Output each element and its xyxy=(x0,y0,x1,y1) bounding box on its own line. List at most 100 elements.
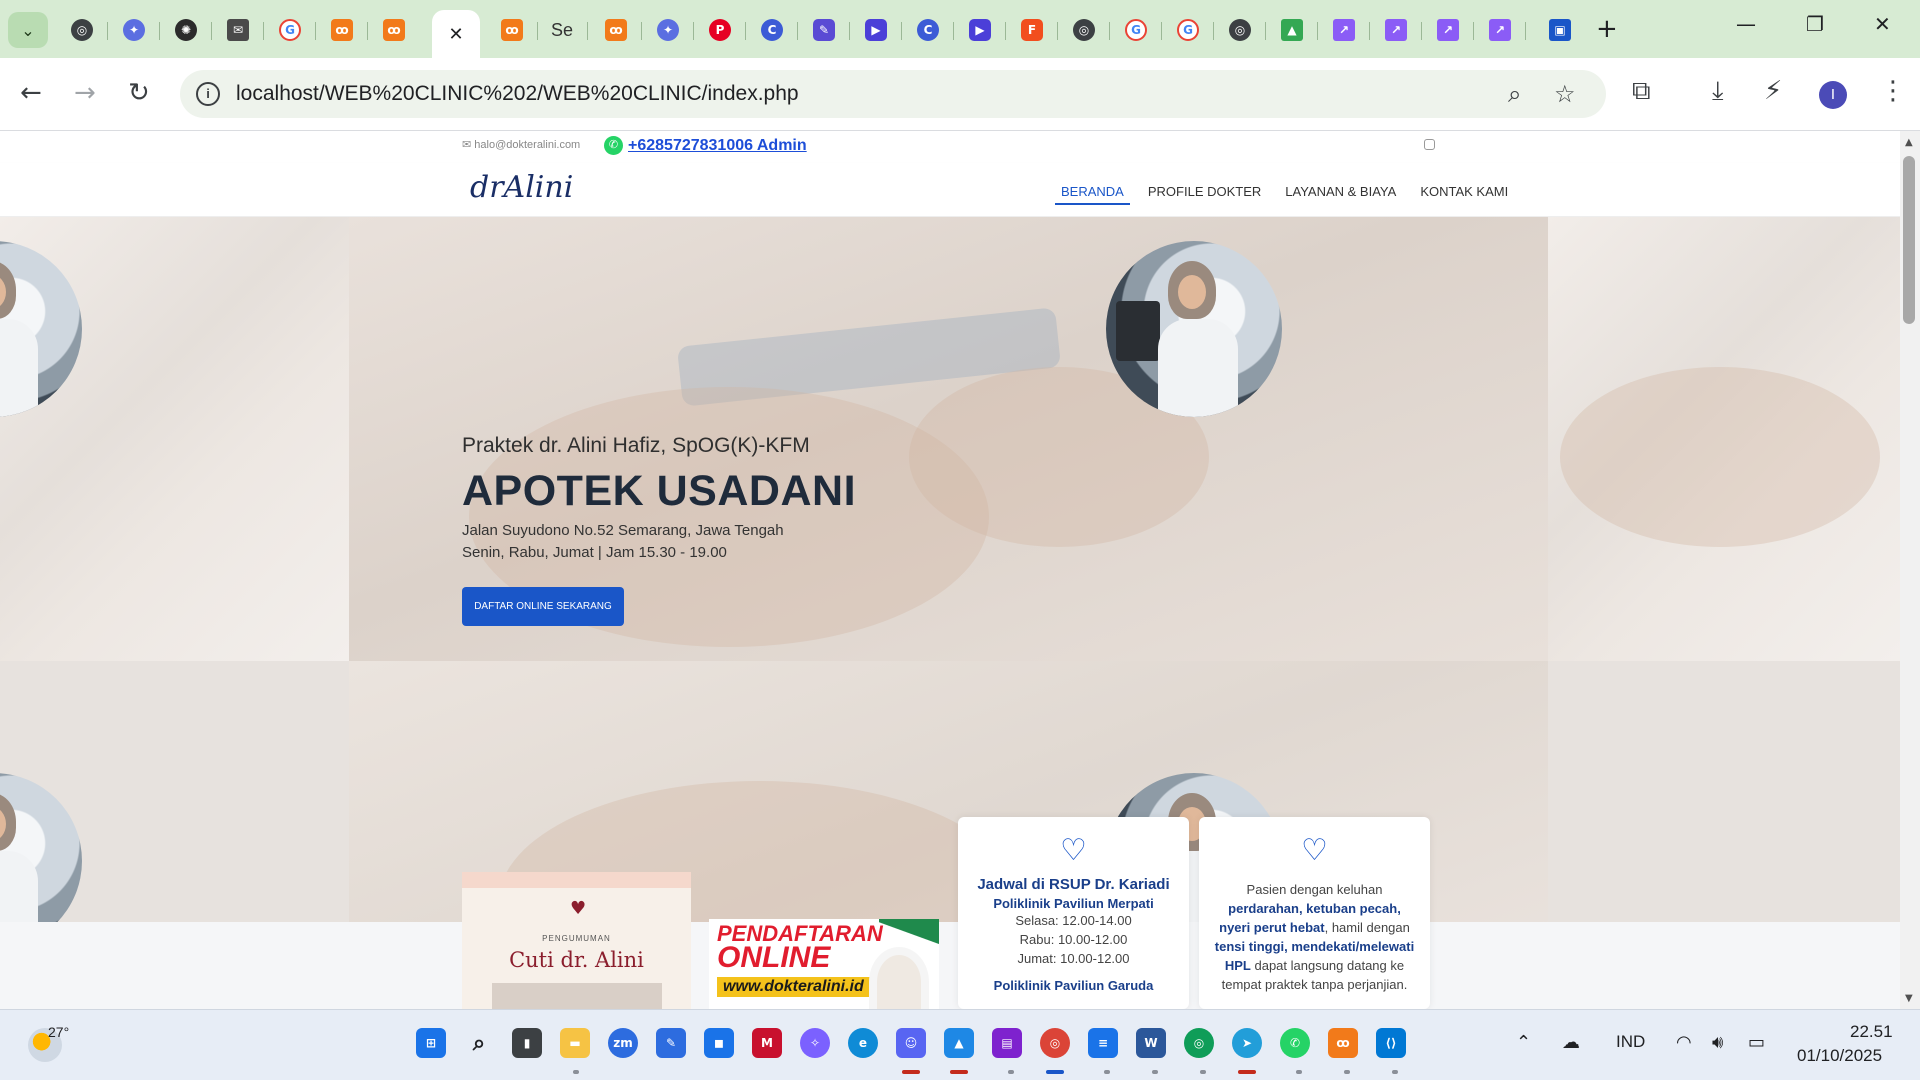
close-tab-icon[interactable]: ✕ xyxy=(448,24,463,45)
registration-banner[interactable]: PENDAFTARAN ONLINE www.dokteralini.id xyxy=(709,919,939,1009)
tab-mail[interactable]: ✉ xyxy=(212,10,264,50)
chrome-icon[interactable]: ◎ xyxy=(1040,1028,1070,1058)
wifi-icon[interactable]: ◠ xyxy=(1676,1032,1692,1053)
battery-icon[interactable]: ▭ xyxy=(1748,1032,1765,1053)
app-icon[interactable]: ▤ xyxy=(992,1028,1022,1058)
tab-analytics-4[interactable]: ↗ xyxy=(1474,10,1526,50)
running-indicator xyxy=(1104,1070,1110,1074)
tab-google-1[interactable]: G xyxy=(264,10,316,50)
file-explorer-icon[interactable]: ▬ xyxy=(560,1028,590,1058)
mail-icon: ✉ xyxy=(227,19,249,41)
tab-teams[interactable]: ✎ xyxy=(798,10,850,50)
tab-search-button[interactable]: ⌄ xyxy=(8,12,48,48)
language-indicator[interactable]: IND xyxy=(1616,1032,1645,1052)
nav-services[interactable]: LAYANAN & BIAYA xyxy=(1279,180,1402,205)
tab-meet-1[interactable]: ▶ xyxy=(850,10,902,50)
chevron-up-icon[interactable]: ⌃ xyxy=(1516,1032,1531,1053)
bookmark-star-icon[interactable]: ☆ xyxy=(1554,80,1576,108)
url-text[interactable]: localhost/WEB%20CLINIC%202/WEB%20CLINIC/… xyxy=(236,82,799,106)
announcement-card[interactable]: ♥ PENGUMUMAN Cuti dr. Alini xyxy=(462,872,691,1009)
running-indicator xyxy=(1152,1070,1158,1074)
photos-icon[interactable]: ▲ xyxy=(944,1028,974,1058)
contact-bar: ✉ halo@dokteralini.com ✆ +6285727831006 … xyxy=(0,131,1900,163)
forward-button[interactable]: → xyxy=(74,78,96,108)
telegram-icon[interactable]: ➤ xyxy=(1232,1028,1262,1058)
tab-xampp-3[interactable]: ꝏ xyxy=(486,10,538,50)
chart-icon: ↗ xyxy=(1489,19,1511,41)
tab-google-3[interactable]: G xyxy=(1162,10,1214,50)
tab-analytics-1[interactable]: ↗ xyxy=(1318,10,1370,50)
tab-bluesky[interactable]: ✦ xyxy=(108,10,160,50)
mcafee-icon[interactable]: M xyxy=(752,1028,782,1058)
address-bar[interactable]: i localhost/WEB%20CLINIC%202/WEB%20CLINI… xyxy=(180,70,1606,118)
tab-analytics-3[interactable]: ↗ xyxy=(1422,10,1474,50)
word-icon[interactable]: W xyxy=(1136,1028,1166,1058)
tab-xampp-1[interactable]: ꝏ xyxy=(316,10,368,50)
minimize-button[interactable]: — xyxy=(1736,12,1756,36)
clock-time[interactable]: 22.51 xyxy=(1850,1022,1893,1042)
xampp-icon[interactable]: ꝏ xyxy=(1328,1028,1358,1058)
close-window-button[interactable]: ✕ xyxy=(1874,12,1891,36)
register-online-button[interactable]: DAFTAR ONLINE SEKARANG xyxy=(462,587,624,626)
nav-profile[interactable]: PROFILE DOKTER xyxy=(1142,180,1267,205)
zoom-app-icon[interactable]: zm xyxy=(608,1028,638,1058)
tab-bluesky-2[interactable]: ✦ xyxy=(642,10,694,50)
tab-canva-2[interactable]: C xyxy=(902,10,954,50)
tab-chrome-2[interactable]: ◎ xyxy=(1058,10,1110,50)
tab-chrome-3[interactable]: ◎ xyxy=(1214,10,1266,50)
weather-temperature[interactable]: 27° xyxy=(48,1024,69,1040)
new-tab-button[interactable]: + xyxy=(1596,14,1618,44)
menu-icon[interactable]: ⋮ xyxy=(1880,76,1906,106)
extensions-icon[interactable]: ⧉ xyxy=(1632,76,1651,107)
scroll-down-icon[interactable]: ▼ xyxy=(1905,993,1913,1004)
start-icon[interactable]: ⊞ xyxy=(416,1028,446,1058)
phone-link[interactable]: +6285727831006 Admin xyxy=(628,137,807,155)
nav-home[interactable]: BERANDA xyxy=(1055,180,1130,205)
copilot-icon[interactable]: ✧ xyxy=(800,1028,830,1058)
clock-date[interactable]: 01/10/2025 xyxy=(1797,1046,1882,1066)
search-icon[interactable]: ⌕ xyxy=(464,1028,494,1058)
tab-xampp-2[interactable]: ꝏ xyxy=(368,10,420,50)
tab-google-2[interactable]: G xyxy=(1110,10,1162,50)
tab-analytics-2[interactable]: ↗ xyxy=(1370,10,1422,50)
store-icon[interactable]: ◼ xyxy=(704,1028,734,1058)
tab-canva-1[interactable]: C xyxy=(746,10,798,50)
task-view-icon[interactable]: ▮ xyxy=(512,1028,542,1058)
tab-xampp-4[interactable]: ꝏ xyxy=(590,10,642,50)
tab-se[interactable]: Se xyxy=(536,10,588,50)
nav-contact[interactable]: KONTAK KAMI xyxy=(1414,180,1514,205)
tab-meet-2[interactable]: ▶ xyxy=(954,10,1006,50)
hero-address: Jalan Suyudono No.52 Semarang, Jawa Teng… xyxy=(462,522,784,539)
scroll-up-icon[interactable]: ▲ xyxy=(1905,137,1913,148)
heartbeat-icon: ♡ xyxy=(1301,833,1328,868)
tab-chatgpt[interactable]: ◎ xyxy=(56,10,108,50)
instagram-icon[interactable] xyxy=(1424,139,1435,150)
tab-drive[interactable]: ▲ xyxy=(1266,10,1318,50)
running-indicator xyxy=(1344,1070,1350,1074)
vscode-icon[interactable]: ⟨⟩ xyxy=(1376,1028,1406,1058)
restore-button[interactable]: ❐ xyxy=(1806,12,1824,36)
whatsapp-icon[interactable]: ✆ xyxy=(1280,1028,1310,1058)
tab-figma[interactable]: F xyxy=(1006,10,1058,50)
tab-openai[interactable]: ✺ xyxy=(160,10,212,50)
edit-app-icon[interactable]: ✎ xyxy=(656,1028,686,1058)
site-info-icon[interactable]: i xyxy=(196,82,220,106)
scroll-thumb[interactable] xyxy=(1903,156,1915,324)
performance-icon[interactable]: ⚡ xyxy=(1764,76,1782,106)
volume-icon[interactable]: 🔊︎ xyxy=(1712,1032,1723,1053)
download-icon[interactable]: ⤓ xyxy=(1712,76,1724,107)
tab-active[interactable]: ✕ xyxy=(432,10,480,58)
tab-pinterest[interactable]: P xyxy=(694,10,746,50)
back-button[interactable]: ← xyxy=(20,78,42,108)
tab-classroom[interactable]: ▣ xyxy=(1534,10,1586,50)
profile-avatar[interactable]: I xyxy=(1819,81,1847,109)
edge-icon[interactable]: e xyxy=(848,1028,878,1058)
chrome-profile-icon[interactable]: ◎ xyxy=(1184,1028,1214,1058)
discord-icon[interactable]: ☺ xyxy=(896,1028,926,1058)
zoom-icon[interactable]: ⌕ xyxy=(1508,80,1521,108)
site-logo[interactable]: drAlini xyxy=(470,170,573,205)
reload-button[interactable]: ↻ xyxy=(128,78,150,108)
schedule-title: Jadwal di RSUP Dr. Kariadi xyxy=(977,876,1170,893)
notepad-icon[interactable]: ≡ xyxy=(1088,1028,1118,1058)
onedrive-icon[interactable]: ☁ xyxy=(1562,1032,1580,1053)
